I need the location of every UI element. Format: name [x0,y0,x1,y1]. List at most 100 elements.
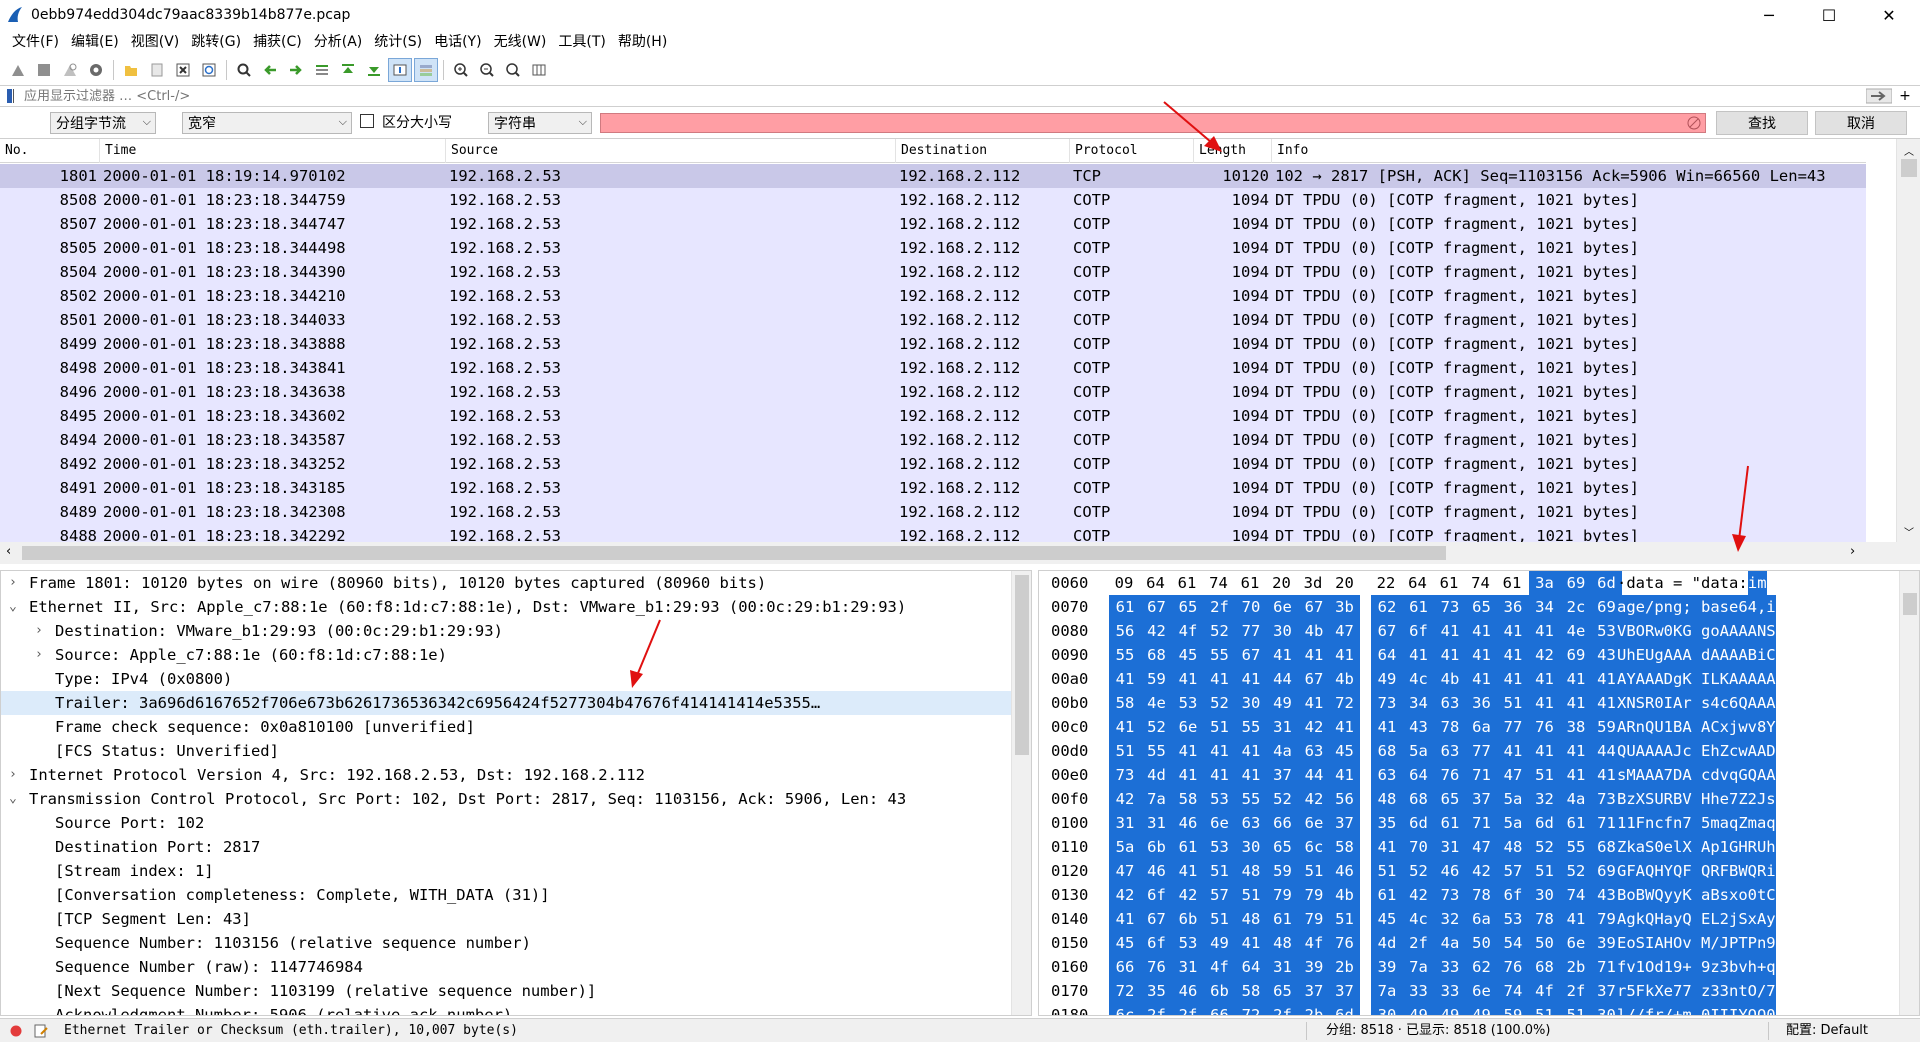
hex-byte[interactable]: 34 [1528,595,1561,619]
bytes-row[interactable]: 0070 61 67 65 2f 70 6e 67 3b 62 61 73 65 36 34 2c 69 age/… [1039,595,1919,619]
hex-byte[interactable]: 39 [1371,955,1403,979]
hex-byte[interactable]: 51 [1109,739,1141,763]
hex-byte[interactable]: 51 [1560,1003,1592,1015]
close-file-icon[interactable] [171,58,195,82]
hex-byte[interactable]: 51 [1298,859,1330,883]
hex-byte[interactable]: 63 [1235,811,1267,835]
hex-byte[interactable]: 65 [1266,835,1299,859]
cancel-find-button[interactable]: 取消 [1815,111,1907,135]
hex-byte[interactable]: 5a [1497,811,1529,835]
hex-byte[interactable]: 67 [1140,907,1173,931]
packet-row[interactable]: 8508 2000-01-01 18:23:18.344759 192.168.2.… [0,188,1866,212]
menu-wireless[interactable]: 无线(W) [488,31,553,53]
hex-byte[interactable]: 38 [1560,715,1592,739]
packet-row[interactable]: 8496 2000-01-01 18:23:18.343638 192.168.2.… [0,380,1866,404]
hex-byte[interactable]: 72 [1109,979,1141,1003]
hex-byte[interactable]: 41 [1434,619,1466,643]
packet-list-horizontal-scrollbar[interactable]: ‹ › [0,542,1920,564]
hex-byte[interactable]: 77 [1465,739,1498,763]
hex-byte[interactable]: 4f [1203,955,1236,979]
column-source[interactable]: Source [446,139,896,163]
hex-byte[interactable]: 73 [1109,763,1141,787]
details-tree-item[interactable]: Sequence Number: 1103156 (relative seque… [1,931,1031,955]
menu-capture[interactable]: 捕获(C) [247,31,308,53]
hex-byte[interactable]: 51 [1235,883,1267,907]
hex-byte[interactable]: 55 [1235,715,1267,739]
hex-byte[interactable]: 6e [1172,715,1204,739]
details-tree-item[interactable]: [Stream index: 1] [1,859,1031,883]
reload-file-icon[interactable] [197,58,221,82]
hex-byte[interactable]: 37 [1329,979,1360,1003]
packet-row[interactable]: 8498 2000-01-01 18:23:18.343841 192.168.2.… [0,356,1866,380]
hex-byte[interactable]: 72 [1329,691,1360,715]
hex-byte[interactable]: 4a [1434,931,1466,955]
packet-row[interactable]: 8491 2000-01-01 18:23:18.343185 192.168.2.… [0,476,1866,500]
hex-byte[interactable]: 2f [1140,1003,1173,1015]
save-file-icon[interactable] [145,58,169,82]
packet-row[interactable]: 8489 2000-01-01 18:23:18.342308 192.168.2.… [0,500,1866,524]
bytes-row[interactable]: 0120 47 46 41 51 48 59 51 46 51 52 46 42 57 51 52 69 GFAQ… [1039,859,1919,883]
hex-byte[interactable]: 41 [1329,763,1360,787]
hex-byte[interactable]: 77 [1235,619,1267,643]
bytes-row[interactable]: 00a0 41 59 41 41 41 44 67 4b 49 4c 4b 41 41 41 41 41 AYAA… [1039,667,1919,691]
hex-byte[interactable]: 31 [1140,811,1173,835]
details-tree-item[interactable]: ⌄ Ethernet II, Src: Apple_c7:88:1e (60:f8… [1,595,1031,619]
hex-byte[interactable]: 4b [1434,667,1466,691]
hex-byte[interactable]: 5a [1497,787,1529,811]
hex-byte[interactable]: 20 [1267,571,1297,595]
hex-byte[interactable]: 42 [1172,883,1204,907]
column-info[interactable]: Info [1272,139,1866,163]
hex-byte[interactable]: 41 [1266,643,1299,667]
hex-byte[interactable]: 51 [1497,691,1529,715]
hex-byte[interactable]: 41 [1560,907,1592,931]
hex-byte[interactable]: 4b [1329,667,1360,691]
column-length[interactable]: Length [1194,139,1272,163]
hex-byte[interactable]: 46 [1329,859,1360,883]
hex-byte[interactable]: 34 [1402,691,1435,715]
hex-byte[interactable]: 58 [1235,979,1267,1003]
hex-byte[interactable]: 51 [1371,859,1403,883]
menu-help[interactable]: 帮助(H) [612,31,673,53]
hex-byte[interactable]: 6a [1465,907,1498,931]
hex-byte[interactable]: 69 [1560,643,1592,667]
hex-byte[interactable]: 77 [1497,715,1529,739]
case-sensitive-checkbox[interactable] [360,114,374,128]
collapsed-chevron-icon[interactable]: › [9,763,23,787]
hex-byte[interactable]: 53 [1172,691,1204,715]
hex-byte[interactable]: 45 [1371,907,1403,931]
hex-byte[interactable]: 4c [1402,907,1435,931]
expanded-chevron-icon[interactable]: ⌄ [9,787,23,811]
char-width-select[interactable]: 宽窄 ⌵ [182,112,352,134]
hex-byte[interactable]: 36 [1497,595,1529,619]
hex-byte[interactable]: 4f [1528,979,1561,1003]
hex-byte[interactable]: 41 [1371,715,1403,739]
hex-byte[interactable]: 42 [1298,715,1330,739]
hex-byte[interactable]: 48 [1497,835,1529,859]
hex-byte[interactable]: 41 [1465,667,1498,691]
hex-byte[interactable]: 79 [1266,883,1299,907]
hex-byte[interactable]: 55 [1235,787,1267,811]
packet-row[interactable]: 1801 2000-01-01 18:19:14.970102 192.168.2.… [0,164,1866,188]
hex-byte[interactable]: 63 [1434,739,1466,763]
details-tree-item[interactable]: [Next Sequence Number: 1103199 (relative… [1,979,1031,1003]
hex-byte[interactable]: 46 [1434,859,1466,883]
hex-byte[interactable]: 36 [1465,691,1498,715]
packet-row[interactable]: 8499 2000-01-01 18:23:18.343888 192.168.2.… [0,332,1866,356]
hex-byte[interactable]: 48 [1235,907,1267,931]
hex-byte[interactable]: 52 [1203,691,1236,715]
hex-byte[interactable]: 4a [1560,787,1592,811]
hex-byte[interactable]: 66 [1203,1003,1236,1015]
bytes-row[interactable]: 0180 6c 2f 2f 66 72 2f 2b 6d 30 49 49 49 59 51 51 30 l//f… [1039,1003,1919,1015]
hex-byte[interactable]: 62 [1465,955,1498,979]
hex-byte[interactable]: 31 [1266,955,1299,979]
hex-byte[interactable]: 2b [1329,955,1360,979]
packet-row[interactable]: 8507 2000-01-01 18:23:18.344747 192.168.2.… [0,212,1866,236]
bytes-row[interactable]: 0150 45 6f 53 49 41 48 4f 76 4d 2f 4a 50 54 50 6e 39 EoSI… [1039,931,1919,955]
hex-byte[interactable]: 30 [1371,1003,1403,1015]
hex-byte[interactable]: 61 [1266,907,1299,931]
find-packet-icon[interactable] [232,58,256,82]
bytes-row[interactable]: 0140 41 67 6b 51 48 61 79 51 45 4c 32 6a 53 78 41 79 AgkQ… [1039,907,1919,931]
hex-byte[interactable]: 3a [1528,571,1561,595]
hex-byte[interactable]: 41 [1329,715,1360,739]
scroll-left-icon[interactable]: ‹ [6,544,11,559]
